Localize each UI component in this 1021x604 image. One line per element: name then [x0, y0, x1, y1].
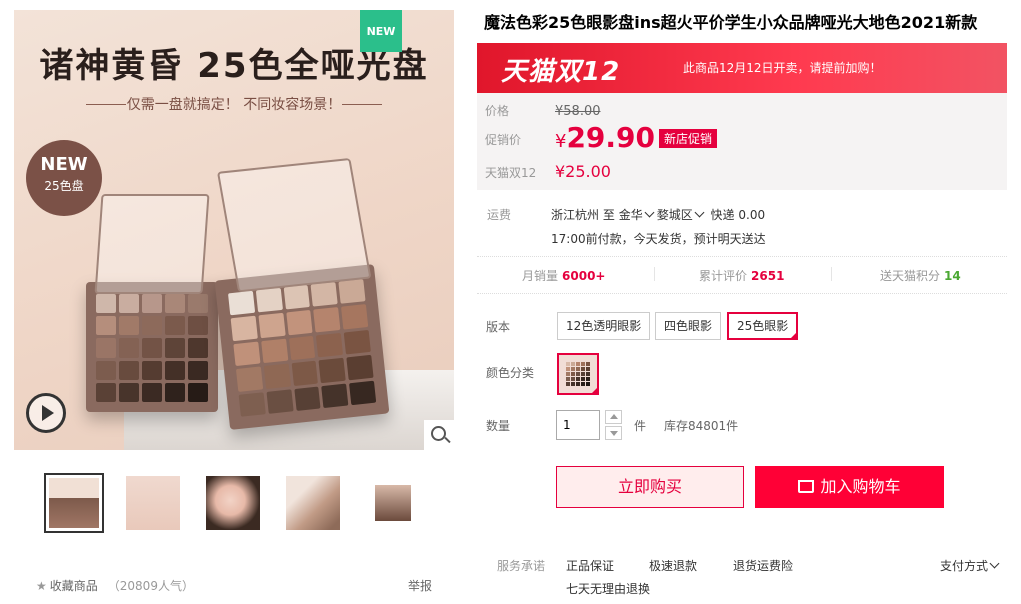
city-selector[interactable]: 金华 [619, 207, 657, 222]
ship-from: 浙江杭州 [551, 208, 600, 222]
report-link[interactable]: 举报 [408, 577, 432, 594]
palette-lid [94, 194, 210, 294]
ship-method: 快递 [710, 208, 735, 222]
thumbnail-2[interactable] [123, 473, 183, 533]
ship-to-word: 至 [602, 208, 615, 222]
stock-count: 库存84801件 [664, 419, 739, 433]
product-title: 魔法色彩25色眼影盘ins超火平价学生小众品牌哑光大地色2021新款 [484, 13, 978, 32]
new-badge: NEW 25色盘 [26, 140, 102, 216]
service-item-7day-return[interactable]: 七天无理由退换 [566, 580, 650, 597]
palette-lid [216, 157, 372, 293]
thumbnail-4[interactable] [283, 473, 343, 533]
service-item-genuine[interactable]: 正品保证 [566, 557, 614, 574]
thumbnail-5[interactable] [363, 473, 423, 533]
palette-swatch-grid [227, 279, 377, 417]
event-price: ¥25.00 [555, 162, 611, 181]
version-option-4[interactable]: 四色眼影 [655, 312, 722, 340]
stat-monthly-sales: 月销量 6000+ [522, 269, 606, 283]
double12-banner: 天猫双12 此商品12月12日开卖，请提前加购！ [477, 43, 1007, 93]
favorite-link[interactable]: ★ 收藏商品 （20809人气） [36, 577, 194, 594]
delivery-note: 17:00前付款，今天发货，预计明天送达 [551, 232, 766, 246]
ship-fee: 0.00 [738, 208, 766, 222]
stats-bar: 月销量 6000+ 累计评价 2651 送天猫积分 14 [477, 256, 1007, 294]
chevron-down-icon [989, 558, 1000, 569]
thumbnail-1[interactable] [44, 473, 104, 533]
quantity-decrease-button[interactable] [605, 426, 622, 440]
new-corner-badge: NEW [360, 10, 402, 52]
star-icon: ★ [36, 579, 47, 593]
shipping-info: 浙江杭州 至 金华 婺城区 快递 0.00 [551, 206, 765, 223]
stat-divider [654, 267, 655, 281]
add-to-cart-label: 加入购物车 [820, 477, 901, 496]
payment-methods-dropdown[interactable]: 支付方式 [940, 557, 1002, 574]
color-option-swatch[interactable] [557, 353, 599, 395]
stat-points: 送天猫积分 14 [880, 269, 961, 283]
badge-line1: NEW [40, 154, 88, 175]
palette-right [214, 157, 390, 430]
zoom-icon[interactable] [424, 420, 454, 450]
swatch-palette-preview [566, 362, 590, 386]
tmall-double12-logo: 天猫双12 [501, 57, 621, 87]
thumbnail-strip [44, 473, 444, 537]
promo-price-label: 促销价 [485, 133, 522, 147]
promo-price-value: 29.90 [566, 121, 656, 154]
thumbnail-3[interactable] [203, 473, 263, 533]
promo-tag: 新店促销 [659, 129, 718, 148]
price-panel: 价格 ¥58.00 促销价 ¥29.90 新店促销 天猫双12 ¥25.00 [477, 93, 1007, 190]
service-item-return-insurance[interactable]: 退货运费险 [733, 557, 793, 574]
cart-icon [798, 480, 815, 493]
chevron-down-icon [644, 207, 655, 218]
original-price-label: 价格 [485, 104, 510, 118]
version-label: 版本 [486, 320, 511, 334]
quantity-unit: 件 [634, 419, 647, 433]
image-subtitle: 仅需一盘就搞定！ 不同妆容场景！ [86, 94, 382, 116]
color-label: 颜色分类 [486, 366, 535, 380]
event-price-label: 天猫双12 [485, 166, 537, 180]
stat-reviews[interactable]: 累计评价 2651 [699, 267, 784, 284]
service-label: 服务承诺 [497, 559, 546, 573]
quantity-label: 数量 [486, 419, 511, 433]
favorite-label: 收藏商品 [49, 579, 98, 593]
quantity-increase-button[interactable] [605, 410, 622, 424]
banner-text: 此商品12月12日开卖，请提前加购！ [683, 61, 882, 75]
main-product-image[interactable]: 诸神黄昏 25色全哑光盘 仅需一盘就搞定！ 不同妆容场景！ NEW 25色盘 [14, 10, 454, 450]
stat-divider [831, 267, 832, 281]
quantity-input[interactable] [556, 410, 600, 440]
district-selector[interactable]: 婺城区 [657, 207, 707, 222]
service-item-fast-refund[interactable]: 极速退款 [649, 557, 697, 574]
chevron-down-icon [694, 207, 705, 218]
palette-swatch-grid [96, 294, 208, 402]
version-option-12[interactable]: 12色透明眼影 [557, 312, 651, 340]
original-price: ¥58.00 [555, 104, 601, 119]
shipping-label: 运费 [487, 208, 512, 222]
add-to-cart-button[interactable]: 加入购物车 [755, 466, 944, 508]
yen-sign: ¥ [555, 131, 567, 152]
version-option-25[interactable]: 25色眼影 [727, 312, 799, 340]
favorite-count: （20809人气） [107, 579, 194, 593]
payment-methods-label: 支付方式 [940, 559, 989, 573]
badge-line2: 25色盘 [44, 179, 84, 193]
palette-left [86, 194, 218, 412]
promo-price: ¥29.90 [555, 121, 655, 154]
video-play-button[interactable] [26, 393, 66, 433]
buy-now-button[interactable]: 立即购买 [556, 466, 744, 508]
